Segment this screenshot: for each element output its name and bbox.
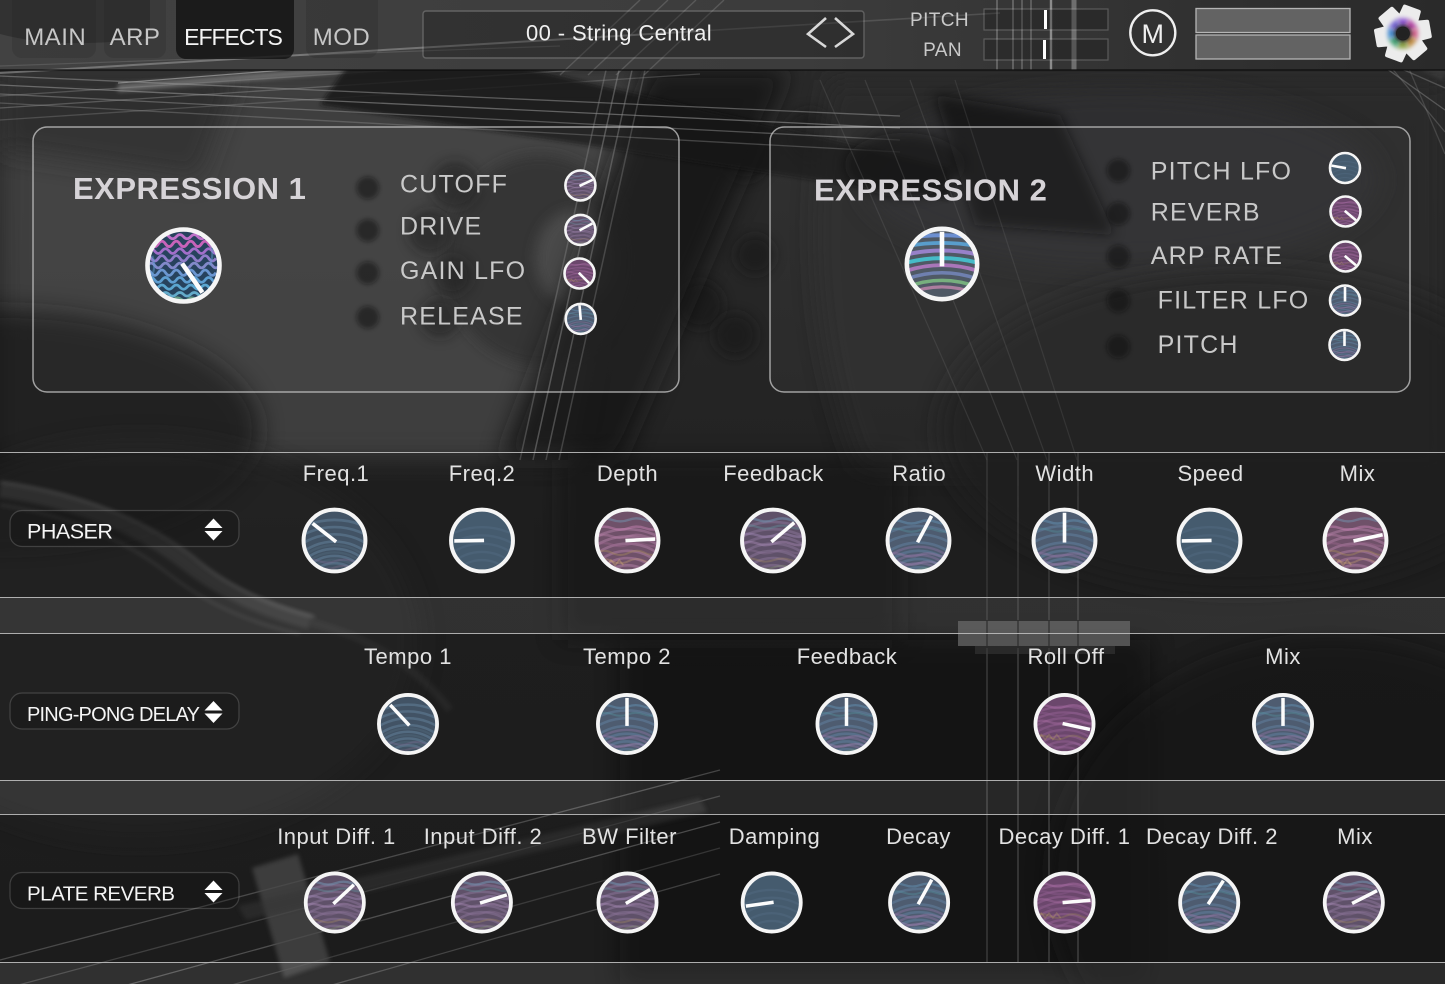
- svg-text:BW Filter: BW Filter: [582, 824, 677, 849]
- svg-text:Damping: Damping: [729, 824, 821, 849]
- svg-text:Feedback: Feedback: [723, 461, 824, 486]
- svg-text:Depth: Depth: [597, 461, 658, 486]
- svg-text:CUTOFF: CUTOFF: [400, 171, 508, 199]
- svg-text:EFFECTS: EFFECTS: [184, 24, 282, 50]
- svg-text:Feedback: Feedback: [797, 644, 898, 669]
- svg-text:PING-PONG DELAY: PING-PONG DELAY: [27, 704, 200, 726]
- svg-text:Speed: Speed: [1177, 461, 1243, 486]
- svg-text:PLATE REVERB: PLATE REVERB: [27, 883, 174, 906]
- svg-text:PITCH: PITCH: [910, 10, 969, 31]
- svg-text:EXPRESSION 2: EXPRESSION 2: [814, 173, 1047, 208]
- svg-text:MAIN: MAIN: [24, 24, 86, 51]
- svg-text:EXPRESSION 1: EXPRESSION 1: [73, 171, 306, 206]
- svg-text:Freq.1: Freq.1: [303, 461, 370, 486]
- svg-text:PAN: PAN: [923, 40, 962, 61]
- svg-text:DRIVE: DRIVE: [400, 212, 482, 240]
- svg-text:Tempo 1: Tempo 1: [364, 644, 452, 669]
- svg-text:Decay Diff. 1: Decay Diff. 1: [998, 824, 1130, 849]
- svg-text:GAIN LFO: GAIN LFO: [400, 257, 526, 285]
- svg-text:Roll Off: Roll Off: [1028, 644, 1105, 669]
- svg-text:M: M: [1142, 19, 1165, 49]
- svg-text:Decay: Decay: [886, 824, 951, 849]
- svg-text:Mix: Mix: [1340, 461, 1376, 486]
- svg-text:ARP: ARP: [110, 24, 161, 51]
- svg-text:ARP RATE: ARP RATE: [1151, 242, 1283, 270]
- svg-text:Decay Diff. 2: Decay Diff. 2: [1146, 824, 1278, 849]
- svg-text:REVERB: REVERB: [1151, 198, 1261, 226]
- svg-text:Width: Width: [1035, 461, 1094, 486]
- svg-text:Mix: Mix: [1337, 824, 1373, 849]
- svg-text:PHASER: PHASER: [27, 520, 112, 544]
- svg-text:Input Diff. 2: Input Diff. 2: [424, 824, 543, 849]
- svg-text:Tempo 2: Tempo 2: [583, 644, 671, 669]
- svg-text:Freq.2: Freq.2: [449, 461, 516, 486]
- svg-text:Ratio: Ratio: [892, 461, 946, 486]
- svg-text:RELEASE: RELEASE: [400, 302, 524, 330]
- svg-text:FILTER LFO: FILTER LFO: [1158, 287, 1310, 315]
- svg-text:PITCH LFO: PITCH LFO: [1151, 157, 1292, 185]
- svg-text:Mix: Mix: [1265, 644, 1301, 669]
- svg-text:00 - String Central: 00 - String Central: [526, 21, 712, 46]
- svg-text:Input Diff. 1: Input Diff. 1: [277, 824, 396, 849]
- svg-text:MOD: MOD: [313, 24, 371, 51]
- svg-text:PITCH: PITCH: [1158, 331, 1239, 359]
